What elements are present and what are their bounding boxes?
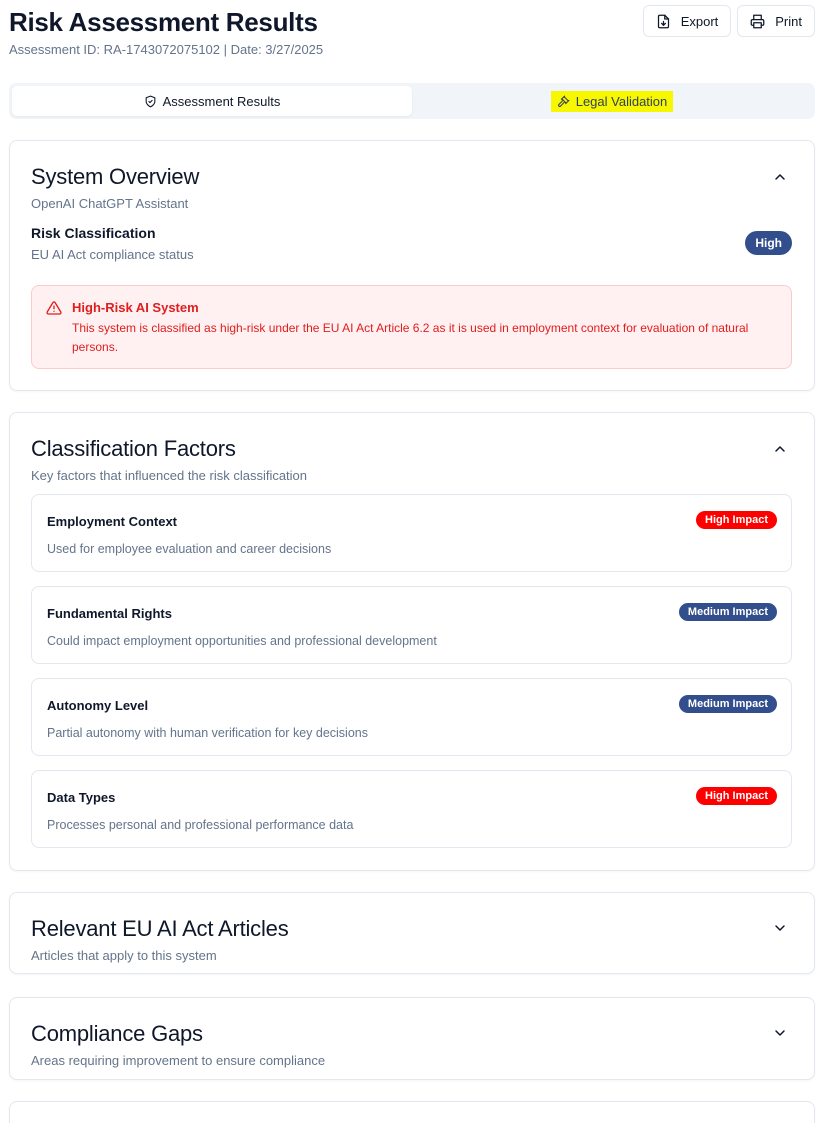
chevron-up-icon[interactable] (772, 169, 788, 185)
classification-factors-card: Classification Factors Key factors that … (9, 412, 815, 871)
factor-item: Employment Context Used for employee eva… (31, 494, 792, 572)
next-section-card (9, 1101, 815, 1123)
factor-description: Used for employee evaluation and career … (47, 542, 332, 556)
compliance-gaps-card[interactable]: Compliance Gaps Areas requiring improvem… (9, 997, 815, 1080)
section-title: Relevant EU AI Act Articles (31, 916, 289, 941)
tab-label: Assessment Results (162, 93, 281, 109)
export-button[interactable]: Export (642, 5, 732, 37)
risk-classification-label: Risk Classification (31, 225, 156, 241)
file-download-icon (657, 14, 669, 28)
factor-name: Autonomy Level (47, 698, 149, 713)
tab-highlight: Legal Validation (550, 90, 674, 112)
section-description: Areas requiring improvement to ensure co… (31, 1053, 326, 1068)
print-button[interactable]: Print (737, 5, 815, 37)
header-actions: Export Print (642, 5, 815, 37)
assessment-meta: Assessment ID: RA-1743072075102 | Date: … (9, 42, 324, 57)
factor-item: Fundamental Rights Could impact employme… (31, 586, 792, 664)
impact-badge: High Impact (696, 787, 777, 805)
factor-description: Processes personal and professional perf… (47, 818, 354, 832)
high-risk-alert: High-Risk AI System This system is class… (31, 285, 792, 369)
tab-label: Legal Validation (575, 93, 668, 109)
impact-badge: Medium Impact (678, 603, 777, 621)
print-label: Print (775, 13, 802, 29)
warning-triangle-icon (46, 301, 62, 315)
shield-check-icon (145, 95, 155, 107)
factor-name: Fundamental Rights (47, 606, 172, 621)
tab-legal-validation[interactable]: Legal Validation (412, 86, 812, 116)
section-title: Compliance Gaps (31, 1021, 203, 1046)
section-description: Articles that apply to this system (31, 948, 217, 963)
chevron-up-icon[interactable] (772, 441, 788, 457)
tab-assessment-results[interactable]: Assessment Results (12, 86, 412, 116)
relevant-articles-card[interactable]: Relevant EU AI Act Articles Articles tha… (9, 892, 815, 974)
tab-list: Assessment Results Legal Validation (9, 83, 815, 119)
printer-icon (750, 14, 765, 28)
export-label: Export (680, 13, 719, 29)
factor-description: Could impact employment opportunities an… (47, 634, 437, 648)
alert-title: High-Risk AI System (72, 300, 199, 315)
impact-badge: Medium Impact (678, 695, 777, 713)
factor-item: Autonomy Level Partial autonomy with hum… (31, 678, 792, 756)
system-name: OpenAI ChatGPT Assistant (31, 196, 189, 211)
section-description: Key factors that influenced the risk cla… (31, 468, 308, 483)
system-overview-card: System Overview OpenAI ChatGPT Assistant… (9, 140, 815, 391)
factor-description: Partial autonomy with human verification… (47, 726, 368, 740)
risk-classification-sub: EU AI Act compliance status (31, 247, 194, 262)
risk-level-badge: High (745, 231, 792, 255)
factor-name: Data Types (47, 790, 116, 805)
alert-text: This system is classified as high-risk u… (72, 321, 749, 354)
factor-name: Employment Context (47, 514, 178, 529)
factor-item: Data Types Processes personal and profes… (31, 770, 792, 848)
chevron-down-icon[interactable] (772, 920, 788, 936)
page-header: Risk Assessment Results Assessment ID: R… (9, 5, 815, 66)
section-title: System Overview (31, 164, 200, 189)
section-title: Classification Factors (31, 436, 236, 461)
chevron-down-icon[interactable] (772, 1025, 788, 1041)
gavel-icon (557, 95, 570, 107)
impact-badge: High Impact (696, 511, 777, 529)
